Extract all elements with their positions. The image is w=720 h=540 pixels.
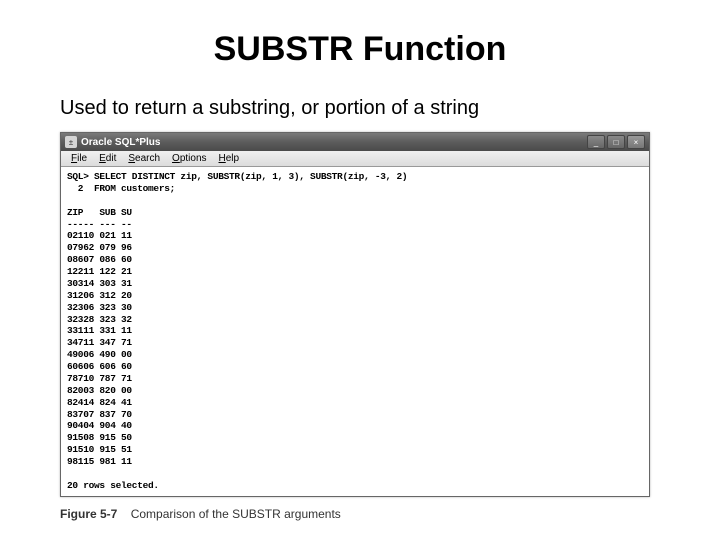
maximize-icon: □: [614, 138, 619, 147]
app-icon: ±: [65, 136, 77, 148]
menubar: File Edit Search Options Help: [61, 151, 649, 167]
menu-file[interactable]: File: [65, 153, 93, 164]
terminal-output: SQL> SELECT DISTINCT zip, SUBSTR(zip, 1,…: [61, 167, 649, 496]
menu-search[interactable]: Search: [122, 153, 166, 164]
menu-options[interactable]: Options: [166, 153, 212, 164]
window-titlebar: ± Oracle SQL*Plus _ □ ×: [61, 133, 649, 151]
figure-caption: Figure 5-7 Comparison of the SUBSTR argu…: [60, 507, 670, 521]
slide-title: SUBSTR Function: [50, 30, 670, 69]
menu-help[interactable]: Help: [213, 153, 246, 164]
close-button[interactable]: ×: [627, 135, 645, 149]
figure-text: Comparison of the SUBSTR arguments: [131, 507, 341, 521]
slide-container: SUBSTR Function Used to return a substri…: [0, 0, 720, 540]
minimize-button[interactable]: _: [587, 135, 605, 149]
maximize-button[interactable]: □: [607, 135, 625, 149]
sqlplus-window: ± Oracle SQL*Plus _ □ × File Edit Search…: [60, 132, 650, 497]
slide-subtitle: Used to return a substring, or portion o…: [60, 97, 670, 120]
minimize-icon: _: [594, 138, 598, 147]
figure-label: Figure 5-7: [60, 507, 117, 521]
window-controls: _ □ ×: [587, 135, 645, 149]
menu-edit[interactable]: Edit: [93, 153, 122, 164]
close-icon: ×: [634, 138, 639, 147]
app-title: Oracle SQL*Plus: [81, 137, 587, 148]
